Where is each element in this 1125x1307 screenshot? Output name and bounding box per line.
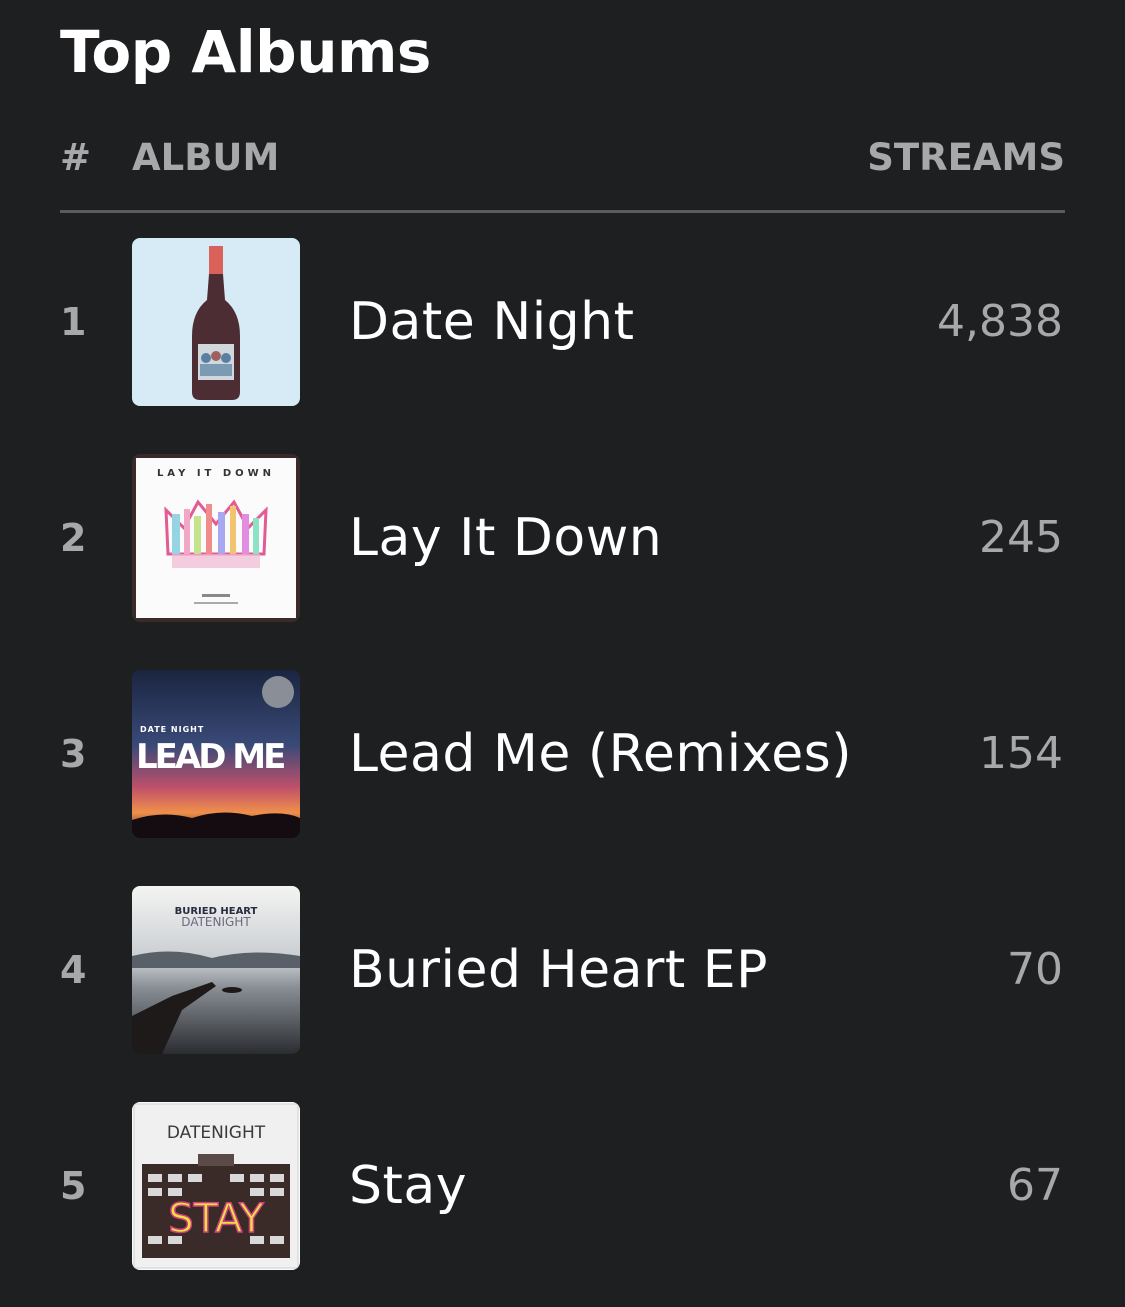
album-row[interactable]: 5 DATENIGHT STAY Stay 67 xyxy=(60,1102,1065,1270)
album-title[interactable]: Stay xyxy=(349,1102,909,1270)
section-title: Top Albums xyxy=(60,18,431,86)
album-title[interactable]: Lead Me (Remixes) xyxy=(349,670,909,838)
album-cover-wine-bottle[interactable] xyxy=(132,238,300,406)
album-rank: 4 xyxy=(60,948,87,992)
streams-column-header: STREAMS xyxy=(867,136,1065,179)
album-row[interactable]: 3 DATE NIGHT LEAD ME Lead Me (Remixes) 1… xyxy=(60,670,1065,838)
album-rank: 1 xyxy=(60,300,87,344)
album-rank: 3 xyxy=(60,732,87,776)
album-cover-crown[interactable]: LAY IT DOWN xyxy=(132,454,300,622)
album-streams: 4,838 xyxy=(937,296,1063,347)
album-title[interactable]: Date Night xyxy=(349,238,909,406)
cover-text: LEAD ME xyxy=(136,737,284,777)
album-row[interactable]: 4 BURIED HEART DATENIGHT Buried Heart EP… xyxy=(60,886,1065,1054)
rank-column-header: # xyxy=(60,136,92,179)
album-rank: 5 xyxy=(60,1164,87,1208)
album-streams: 245 xyxy=(979,512,1063,563)
album-cover-building[interactable]: DATENIGHT STAY xyxy=(132,1102,300,1270)
album-streams: 70 xyxy=(1007,944,1063,995)
table-header: # ALBUM STREAMS xyxy=(60,132,1065,184)
album-cover-pier[interactable]: BURIED HEART DATENIGHT xyxy=(132,886,300,1054)
cover-text: STAY xyxy=(168,1196,264,1242)
album-streams: 154 xyxy=(979,728,1063,779)
header-divider xyxy=(60,210,1065,213)
cover-small-text: DATE NIGHT xyxy=(140,725,204,734)
album-cover-sunset[interactable]: DATE NIGHT LEAD ME xyxy=(132,670,300,838)
album-row[interactable]: 1 Date Night 4,838 xyxy=(60,238,1065,406)
cover-text: LAY IT DOWN xyxy=(157,468,275,479)
cover-small-text: DATENIGHT xyxy=(167,1123,266,1143)
album-title[interactable]: Buried Heart EP xyxy=(349,886,909,1054)
album-title[interactable]: Lay It Down xyxy=(349,454,909,622)
album-rank: 2 xyxy=(60,516,87,560)
album-column-header: ALBUM xyxy=(132,136,280,179)
album-row[interactable]: 2 LAY IT DOWN Lay It Down 245 xyxy=(60,454,1065,622)
cover-small-text: DATENIGHT xyxy=(181,915,251,929)
album-streams: 67 xyxy=(1007,1160,1063,1211)
